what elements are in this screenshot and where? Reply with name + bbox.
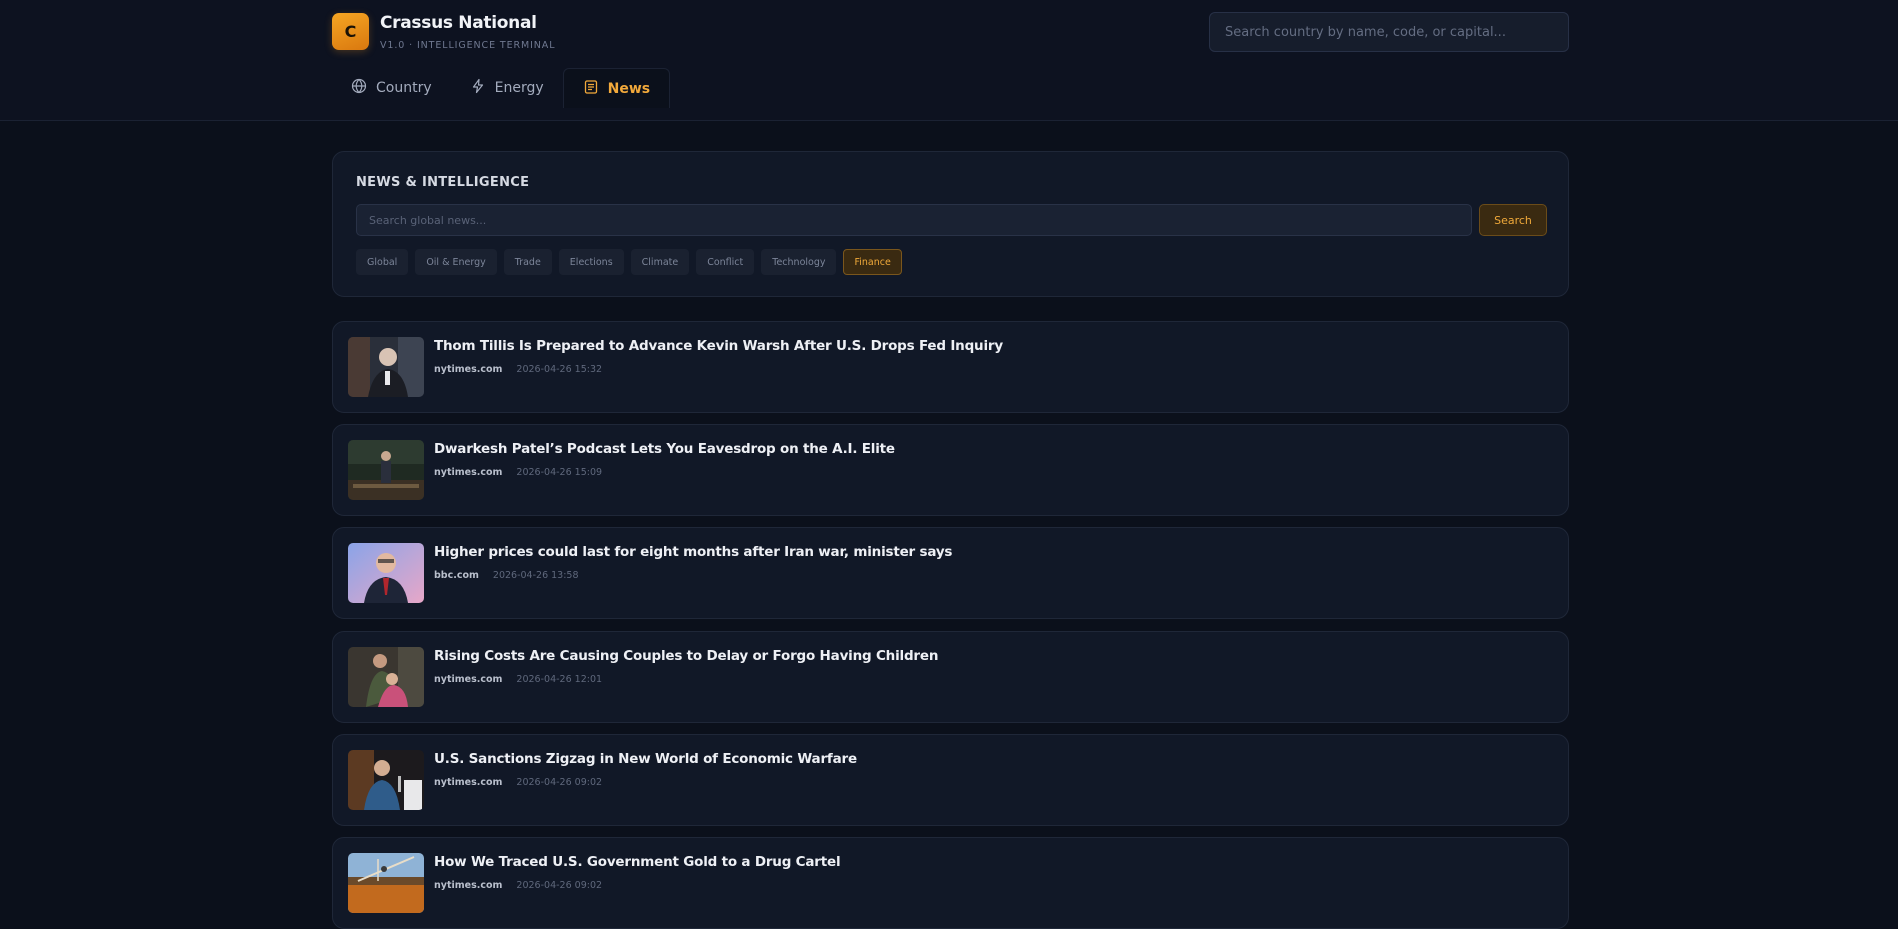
article-source: nytimes.com: [434, 777, 503, 788]
globe-icon: [351, 78, 367, 98]
article-thumbnail[interactable]: [348, 750, 424, 810]
filter-chip-climate[interactable]: Climate: [630, 249, 690, 275]
article-source: nytimes.com: [434, 364, 503, 375]
category-filters: Global Oil & Energy Trade Elections Clim…: [356, 249, 902, 275]
article-meta: nytimes.com 2026-04-26 09:02: [434, 777, 602, 788]
news-card[interactable]: Thom Tillis Is Prepared to Advance Kevin…: [332, 321, 1569, 413]
article-title[interactable]: Thom Tillis Is Prepared to Advance Kevin…: [434, 338, 1003, 354]
article-meta: nytimes.com 2026-04-26 12:01: [434, 674, 602, 685]
article-thumbnail[interactable]: [348, 337, 424, 397]
filter-chip-global[interactable]: Global: [356, 249, 409, 275]
top-bar: C Crassus National V1.0 · INTELLIGENCE T…: [0, 0, 1898, 121]
article-thumbnail[interactable]: [348, 440, 424, 500]
article-source: nytimes.com: [434, 674, 503, 685]
filter-chip-technology[interactable]: Technology: [761, 249, 837, 275]
article-title[interactable]: U.S. Sanctions Zigzag in New World of Ec…: [434, 751, 857, 767]
news-card[interactable]: U.S. Sanctions Zigzag in New World of Ec…: [332, 734, 1569, 826]
article-thumbnail[interactable]: [348, 853, 424, 913]
main-tabs: Country Energy News: [332, 68, 671, 108]
article-title[interactable]: Rising Costs Are Causing Couples to Dela…: [434, 648, 938, 664]
article-timestamp: 2026-04-26 09:02: [516, 777, 603, 788]
filter-chip-finance[interactable]: Finance: [843, 249, 902, 275]
filter-chip-conflict[interactable]: Conflict: [696, 249, 755, 275]
app-subtitle: V1.0 · INTELLIGENCE TERMINAL: [380, 40, 556, 51]
news-card[interactable]: Rising Costs Are Causing Couples to Dela…: [332, 631, 1569, 723]
tab-country[interactable]: Country: [332, 68, 451, 108]
article-timestamp: 2026-04-26 09:02: [516, 880, 603, 891]
search-button[interactable]: Search: [1479, 204, 1547, 236]
article-meta: nytimes.com 2026-04-26 15:09: [434, 467, 602, 478]
article-title[interactable]: Higher prices could last for eight month…: [434, 544, 952, 560]
tab-label: Energy: [494, 80, 544, 96]
article-source: nytimes.com: [434, 467, 503, 478]
article-thumbnail[interactable]: [348, 647, 424, 707]
filter-chip-trade[interactable]: Trade: [503, 249, 552, 275]
article-timestamp: 2026-04-26 15:32: [516, 364, 603, 375]
article-timestamp: 2026-04-26 13:58: [492, 570, 579, 581]
tab-label: News: [607, 80, 651, 97]
article-source: nytimes.com: [434, 880, 503, 891]
app-logo[interactable]: C: [332, 13, 369, 50]
app-title: Crassus National: [380, 13, 537, 33]
article-timestamp: 2026-04-26 15:09: [516, 467, 603, 478]
tab-label: Country: [376, 80, 432, 96]
news-card[interactable]: How We Traced U.S. Government Gold to a …: [332, 837, 1569, 929]
article-thumbnail[interactable]: [348, 543, 424, 603]
article-title[interactable]: Dwarkesh Patel’s Podcast Lets You Eavesd…: [434, 441, 895, 457]
article-source: bbc.com: [434, 570, 479, 581]
country-search-input[interactable]: [1209, 12, 1569, 52]
news-search-panel: NEWS & INTELLIGENCE Search Global Oil & …: [332, 151, 1569, 297]
news-search-input[interactable]: [356, 204, 1472, 236]
panel-title: NEWS & INTELLIGENCE: [356, 175, 530, 190]
article-timestamp: 2026-04-26 12:01: [516, 674, 603, 685]
newspaper-icon: [583, 79, 599, 99]
news-card[interactable]: Dwarkesh Patel’s Podcast Lets You Eavesd…: [332, 424, 1569, 516]
filter-chip-elections[interactable]: Elections: [558, 249, 624, 275]
article-meta: bbc.com 2026-04-26 13:58: [434, 570, 579, 581]
news-card[interactable]: Higher prices could last for eight month…: [332, 527, 1569, 619]
article-meta: nytimes.com 2026-04-26 15:32: [434, 364, 602, 375]
filter-chip-oil-energy[interactable]: Oil & Energy: [415, 249, 497, 275]
article-title[interactable]: How We Traced U.S. Government Gold to a …: [434, 854, 841, 870]
tab-energy[interactable]: Energy: [451, 68, 563, 108]
tab-news[interactable]: News: [562, 68, 671, 108]
article-meta: nytimes.com 2026-04-26 09:02: [434, 880, 602, 891]
lightning-icon: [470, 78, 486, 98]
